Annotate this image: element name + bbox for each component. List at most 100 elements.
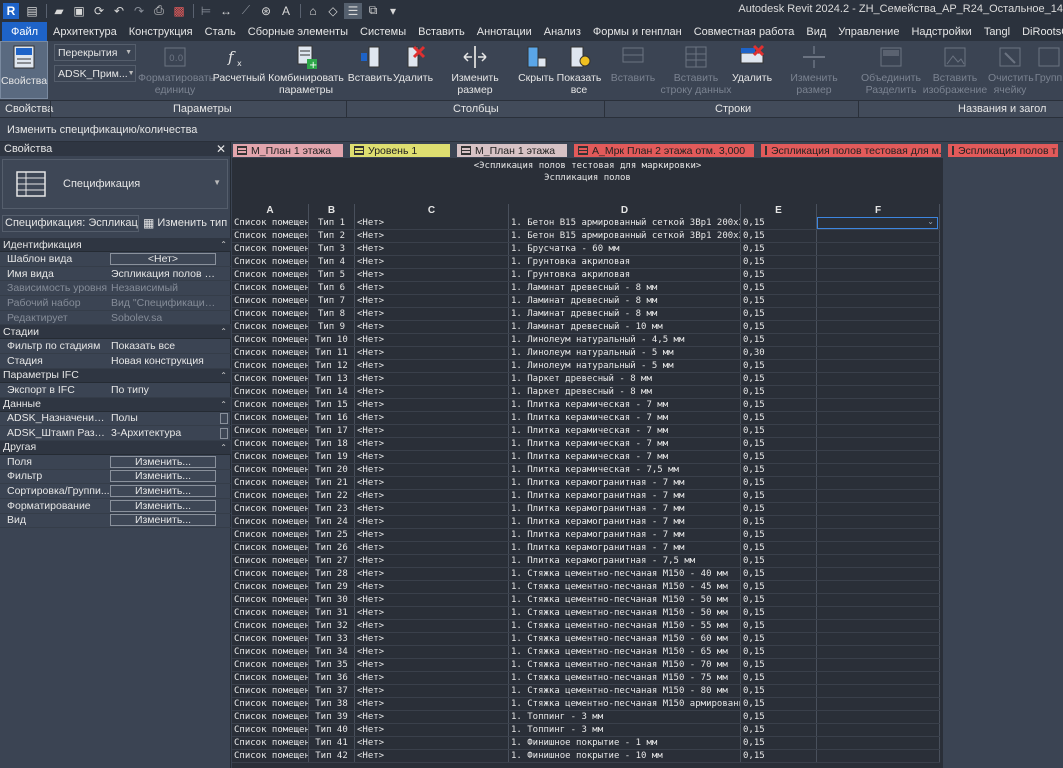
table-cell[interactable]: 0,15: [741, 724, 817, 736]
table-cell[interactable]: 0,15: [741, 269, 817, 281]
table-cell[interactable]: Список помещени: [232, 737, 309, 749]
table-cell[interactable]: 0,15: [741, 750, 817, 762]
table-cell[interactable]: [817, 737, 940, 749]
table-cell[interactable]: <Нет>: [355, 568, 509, 580]
table-cell[interactable]: Список помещени: [232, 620, 309, 632]
insert-data-row-button[interactable]: Вставить строку данных: [660, 43, 732, 96]
combine-parameters-button[interactable]: + Комбинировать параметры: [266, 43, 346, 96]
table-cell[interactable]: <Нет>: [355, 269, 509, 281]
table-cell[interactable]: <Нет>: [355, 685, 509, 697]
table-cell[interactable]: Список помещени: [232, 256, 309, 268]
switch-windows-icon[interactable]: ⧉: [364, 3, 382, 19]
tab-collaborate[interactable]: Совместная работа: [688, 22, 801, 41]
table-cell[interactable]: 1. Плитка керамическая - 7,5 мм: [509, 464, 741, 476]
table-cell[interactable]: <Нет>: [355, 373, 509, 385]
redo-icon[interactable]: ↷: [130, 3, 148, 19]
table-cell[interactable]: Тип 27: [309, 555, 355, 567]
table-cell[interactable]: 1. Плитка керамическая - 7 мм: [509, 451, 741, 463]
table-cell[interactable]: Список помещени: [232, 750, 309, 762]
table-cell[interactable]: Список помещени: [232, 464, 309, 476]
calculated-button[interactable]: fx Расчетный: [212, 43, 266, 85]
table-cell[interactable]: 1. Стяжка цементно-песчаная М150 армиров…: [509, 698, 741, 710]
revit-logo-icon[interactable]: R: [3, 2, 19, 19]
tab-addins[interactable]: Надстройки: [905, 22, 977, 41]
tab-tangl[interactable]: Tangl: [978, 22, 1016, 41]
table-cell[interactable]: Тип 9: [309, 321, 355, 333]
resize-row-button[interactable]: Изменить размер: [772, 43, 856, 96]
table-cell[interactable]: <Нет>: [355, 399, 509, 411]
table-cell[interactable]: 1. Финишное покрытие - 10 мм: [509, 750, 741, 762]
close-icon[interactable]: ✕: [216, 142, 226, 156]
property-value[interactable]: 3-Архитектура: [110, 427, 218, 439]
table-cell[interactable]: <Нет>: [355, 295, 509, 307]
table-cell[interactable]: <Нет>: [355, 633, 509, 645]
collapse-icon[interactable]: ⌃: [220, 371, 227, 380]
table-cell[interactable]: 1. Стяжка цементно-песчаная М150 - 75 мм: [509, 672, 741, 684]
collapse-icon[interactable]: ⌃: [220, 240, 227, 249]
table-cell[interactable]: <Нет>: [355, 438, 509, 450]
delete-row-button[interactable]: Удалить: [732, 43, 772, 84]
table-cell[interactable]: [817, 373, 940, 385]
table-cell[interactable]: 0,15: [741, 425, 817, 437]
table-cell[interactable]: <Нет>: [355, 256, 509, 268]
table-cell[interactable]: 1. Стяжка цементно-песчаная М150 - 50 мм: [509, 607, 741, 619]
table-cell[interactable]: Тип 10: [309, 334, 355, 346]
column-header[interactable]: B: [309, 204, 355, 217]
table-cell[interactable]: Тип 42: [309, 750, 355, 762]
delete-column-button[interactable]: Удалить: [392, 43, 434, 84]
table-cell[interactable]: <Нет>: [355, 672, 509, 684]
table-cell[interactable]: <Нет>: [355, 581, 509, 593]
table-cell[interactable]: Тип 40: [309, 724, 355, 736]
table-cell[interactable]: [817, 620, 940, 632]
table-cell[interactable]: [817, 412, 940, 424]
table-cell[interactable]: Список помещени: [232, 711, 309, 723]
table-cell[interactable]: [817, 243, 940, 255]
tab-insert[interactable]: Вставить: [412, 22, 471, 41]
tab-systems[interactable]: Системы: [354, 22, 412, 41]
table-cell[interactable]: <Нет>: [355, 386, 509, 398]
table-cell[interactable]: 0,15: [741, 217, 817, 229]
view-tab[interactable]: М_План 1 этажа: [457, 144, 567, 157]
table-cell[interactable]: 1. Линолеум натуральный - 5 мм: [509, 360, 741, 372]
column-header[interactable]: E: [741, 204, 817, 217]
format-unit-button[interactable]: 0.0 Форматировать единицу: [138, 43, 214, 96]
table-cell[interactable]: [817, 451, 940, 463]
tab-architecture[interactable]: Архитектура: [47, 22, 123, 41]
file-new-icon[interactable]: ▤: [23, 3, 41, 19]
column-header[interactable]: D: [509, 204, 741, 217]
table-cell[interactable]: 1. Бетон В15 армированный сеткой 3Вр1 20…: [509, 217, 741, 229]
table-cell[interactable]: 1. Топпинг - 3 мм: [509, 724, 741, 736]
property-edit-button[interactable]: Изменить...: [110, 455, 216, 468]
customize-icon[interactable]: ▾: [384, 3, 402, 19]
table-cell[interactable]: Тип 23: [309, 503, 355, 515]
selected-cell[interactable]: ⌄: [817, 217, 938, 229]
table-cell[interactable]: <Нет>: [355, 542, 509, 554]
table-cell[interactable]: Список помещени: [232, 581, 309, 593]
table-cell[interactable]: Список помещени: [232, 321, 309, 333]
table-cell[interactable]: <Нет>: [355, 724, 509, 736]
table-cell[interactable]: Список помещени: [232, 607, 309, 619]
hide-column-button[interactable]: Скрыть: [516, 43, 556, 84]
table-cell[interactable]: 1. Стяжка цементно-песчаная М150 - 65 мм: [509, 646, 741, 658]
table-cell[interactable]: Список помещени: [232, 438, 309, 450]
table-cell[interactable]: 0,15: [741, 282, 817, 294]
table-cell[interactable]: Список помещени: [232, 568, 309, 580]
table-cell[interactable]: <Нет>: [355, 425, 509, 437]
instance-filter-dropdown[interactable]: Спецификация: Эспликаци▼: [2, 214, 139, 232]
table-cell[interactable]: [817, 581, 940, 593]
table-cell[interactable]: Тип 5: [309, 269, 355, 281]
table-cell[interactable]: 0,15: [741, 490, 817, 502]
3d-view-icon[interactable]: ⊛: [257, 3, 275, 19]
table-cell[interactable]: Тип 26: [309, 542, 355, 554]
view-tab[interactable]: Эспликация полов тестовая для м...: [761, 144, 941, 157]
table-cell[interactable]: [817, 607, 940, 619]
table-cell[interactable]: [817, 347, 940, 359]
table-cell[interactable]: Тип 20: [309, 464, 355, 476]
tab-manage[interactable]: Управление: [832, 22, 905, 41]
table-cell[interactable]: <Нет>: [355, 516, 509, 528]
table-cell[interactable]: 0,15: [741, 230, 817, 242]
edit-type-button[interactable]: ▦ Изменить тип: [143, 216, 227, 230]
table-cell[interactable]: <Нет>: [355, 503, 509, 515]
table-cell[interactable]: Тип 16: [309, 412, 355, 424]
tab-view[interactable]: Вид: [800, 22, 832, 41]
